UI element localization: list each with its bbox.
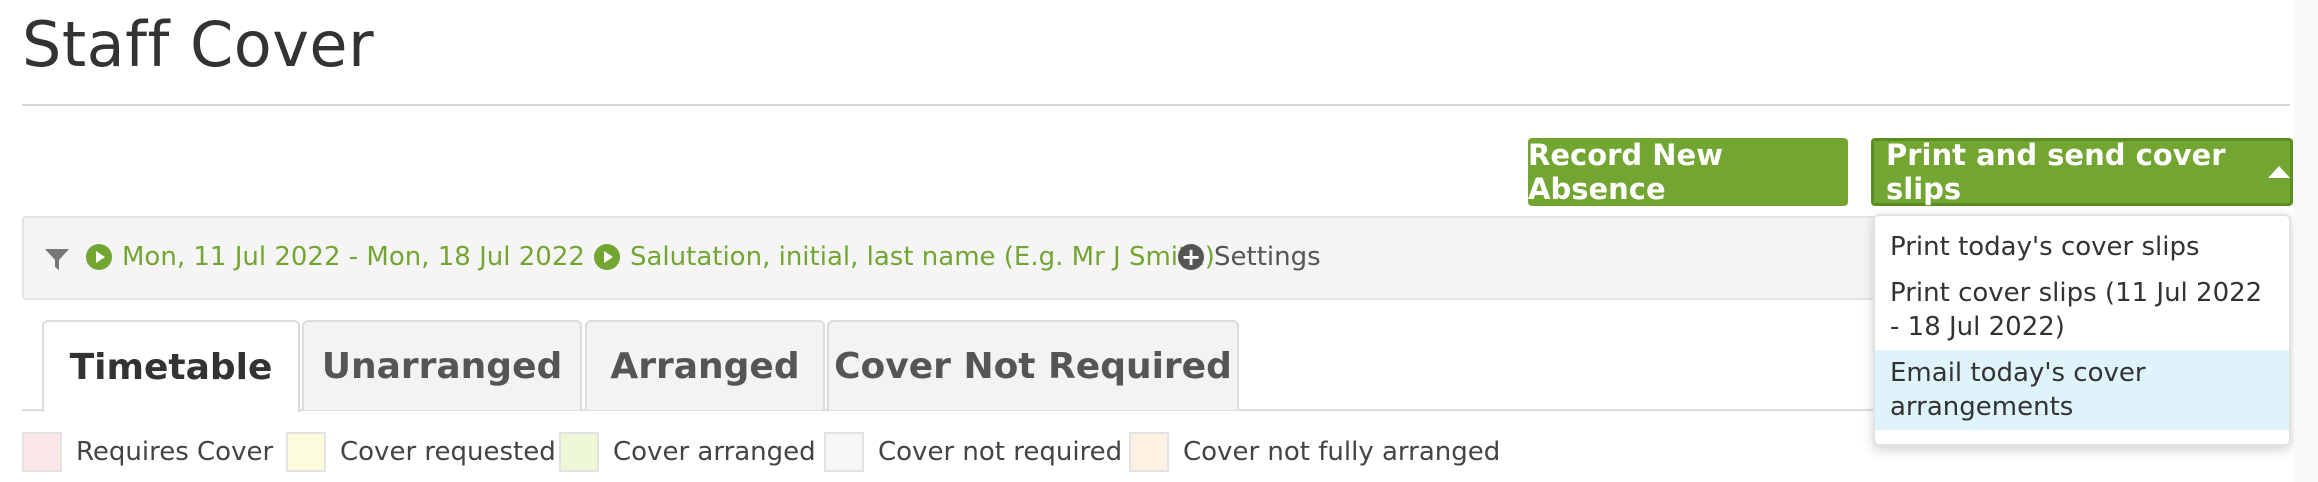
menu-item-email-today[interactable]: Email today's cover arrangements [1875, 350, 2289, 430]
record-new-absence-button[interactable]: Record New Absence [1528, 138, 1848, 206]
legend-label: Cover not fully arranged [1183, 437, 1501, 467]
legend-cover-requested: Cover requested [286, 430, 556, 474]
tab-label: Cover Not Required [834, 345, 1232, 387]
play-circle-icon [594, 244, 620, 270]
print-send-cover-slips-label: Print and send cover slips [1886, 138, 2226, 206]
filter-settings-label: Settings [1214, 242, 1321, 272]
tab-unarranged[interactable]: Unarranged [302, 320, 582, 410]
print-send-cover-slips-button[interactable]: Print and send cover slips [1871, 138, 2293, 206]
tab-arranged[interactable]: Arranged [585, 320, 825, 410]
legend-swatch [824, 432, 864, 472]
legend-label: Requires Cover [76, 437, 274, 467]
play-circle-icon [86, 244, 112, 270]
filter-date-range[interactable]: Mon, 11 Jul 2022 - Mon, 18 Jul 2022 [86, 242, 585, 272]
print-options-menu: Print today's cover slips Print cover sl… [1873, 214, 2291, 446]
filter-date-range-label: Mon, 11 Jul 2022 - Mon, 18 Jul 2022 [122, 242, 585, 272]
legend-swatch [22, 432, 62, 472]
tab-label: Timetable [69, 346, 273, 388]
tab-cover-not-required[interactable]: Cover Not Required [827, 320, 1239, 410]
legend-cover-arranged: Cover arranged [559, 430, 816, 474]
title-divider [22, 104, 2290, 106]
filter-settings[interactable]: + Settings [1178, 242, 1321, 272]
legend-swatch [1129, 432, 1169, 472]
plus-circle-icon: + [1178, 244, 1204, 270]
filter-name-format-label: Salutation, initial, last name (E.g. Mr … [630, 242, 1215, 272]
legend-swatch [559, 432, 599, 472]
menu-item-print-today[interactable]: Print today's cover slips [1875, 224, 2289, 270]
legend-cover-not-fully-arranged: Cover not fully arranged [1129, 430, 1500, 474]
legend-label: Cover requested [340, 437, 556, 467]
caret-up-icon [2268, 166, 2290, 178]
filter-icon [45, 249, 69, 270]
filter-bar: Mon, 11 Jul 2022 - Mon, 18 Jul 2022 Salu… [22, 216, 1912, 300]
filter-name-format[interactable]: Salutation, initial, last name (E.g. Mr … [594, 242, 1215, 272]
record-new-absence-label: Record New Absence [1528, 138, 1723, 206]
scrollbar-track[interactable] [2294, 0, 2318, 482]
tab-label: Unarranged [321, 345, 563, 387]
legend-label: Cover arranged [613, 437, 816, 467]
menu-item-print-range[interactable]: Print cover slips (11 Jul 2022 - 18 Jul … [1875, 270, 2289, 350]
tab-label: Arranged [610, 345, 800, 387]
legend-requires-cover: Requires Cover [22, 430, 273, 474]
tab-timetable[interactable]: Timetable [42, 320, 300, 412]
page-title: Staff Cover [22, 8, 375, 81]
legend-label: Cover not required [878, 437, 1123, 467]
legend-cover-not-required: Cover not required [824, 430, 1122, 474]
legend-swatch [286, 432, 326, 472]
